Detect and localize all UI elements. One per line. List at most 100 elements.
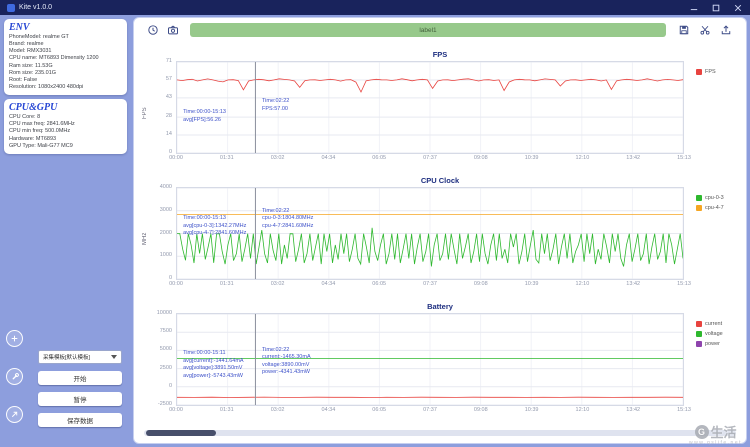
minimize-icon[interactable] <box>689 3 699 13</box>
x-tick-label: 12:10 <box>575 407 590 413</box>
x-tick-label: 09:08 <box>473 407 488 413</box>
battery-plot-area[interactable]: Time:00:00-15:11 avg[current]:-1441.64mA a… <box>176 313 684 406</box>
fps-chart: FPS FPS 0 14 28 43 57 71 Time:00:00-15:13 avg[… <box>140 49 740 165</box>
cpugpu-card-lines: CPU Core: 8 CPU max freq: 2841.6MHz CPU mi… <box>9 114 122 150</box>
x-tick-label: 04:34 <box>321 155 336 161</box>
x-tick-label: 03:02 <box>270 281 285 287</box>
add-button[interactable] <box>6 330 23 347</box>
env-info-line: Brand: realme <box>9 41 44 48</box>
y-tick-label: 4000 <box>159 184 172 190</box>
y-tick-label: 71 <box>165 58 172 64</box>
y-tick-label: 14 <box>165 131 172 138</box>
x-tick-label: 01:31 <box>219 155 234 161</box>
legend-item[interactable]: FPS <box>696 69 740 75</box>
x-tick-label: 15:13 <box>677 281 691 287</box>
cpu-clock-chart: CPU Clock MHz 0 1000 2000 3000 4000 Time:00:… <box>140 175 740 291</box>
x-tick-label: 13:42 <box>626 155 641 161</box>
scrollbar-handle[interactable] <box>146 430 216 436</box>
x-tick-label: 03:02 <box>270 155 285 161</box>
x-tick-label: 12:10 <box>575 155 590 161</box>
y-tick-label: 7500 <box>159 328 172 335</box>
battery-y-axis-label <box>140 313 150 417</box>
cpu-y-axis-label: MHz <box>142 232 148 246</box>
save-data-button[interactable]: 保存数据 <box>38 413 122 427</box>
template-select-value: 采集模板[默认模板] <box>43 355 91 361</box>
cpugpu-info-line: CPU Core: 8 <box>9 114 41 121</box>
x-tick-label: 01:31 <box>219 281 234 287</box>
y-tick-label: 1000 <box>159 252 172 259</box>
toolbar-right-group <box>677 24 732 37</box>
battery-x-axis-ticks: 00:00 01:31 03:02 04:34 06:05 07:37 09:08 10:39… <box>169 406 691 417</box>
env-card-lines: PhoneModel: realme GT Brand: realme Model:… <box>9 34 122 91</box>
legend-item[interactable]: cpu-4-7 <box>696 205 740 211</box>
x-tick-label: 09:08 <box>473 281 488 287</box>
x-tick-label: 00:00 <box>169 155 183 161</box>
titlebar: Kite v1.0.0 <box>0 0 750 15</box>
legend-item[interactable]: cpu-0-3 <box>696 195 740 201</box>
env-info-line: Model: RMX3031 <box>9 48 52 55</box>
chevron-down-icon <box>111 355 117 359</box>
env-info-line: CPU name: MT6893 Dimensity 1200 <box>9 55 99 62</box>
fps-plot-area[interactable]: Time:00:00-15:13 avg[FPS]:56.26 Time:02:22… <box>176 61 684 154</box>
y-tick-label: 43 <box>165 93 172 100</box>
cpugpu-info-line: Hardware: MT6893 <box>9 135 57 142</box>
x-tick-label: 06:05 <box>372 155 387 161</box>
y-tick-label: 2500 <box>159 364 172 371</box>
template-select[interactable]: 采集模板[默认模板] <box>38 350 122 364</box>
env-info-line: Resolution: 1080x2400 480dpi <box>9 83 84 90</box>
history-icon[interactable] <box>146 24 159 37</box>
battery-chart: Battery -2500 0 2500 5000 7500 10000 Time:00:… <box>140 301 740 417</box>
x-tick-label: 04:34 <box>321 407 336 413</box>
fps-legend: FPS <box>684 61 740 165</box>
share-button[interactable] <box>6 406 23 423</box>
scissors-icon[interactable] <box>698 24 711 37</box>
legend-item[interactable]: current <box>696 321 740 327</box>
x-tick-label: 09:08 <box>473 155 488 161</box>
legend-swatch <box>696 321 702 327</box>
save-icon[interactable] <box>677 24 690 37</box>
window-title: Kite v1.0.0 <box>19 4 53 11</box>
env-card: ENV PhoneModel: realme GT Brand: realme Mo… <box>4 19 127 96</box>
legend-swatch <box>696 195 702 201</box>
legend-item[interactable]: power <box>696 341 740 347</box>
horizontal-scrollbar[interactable] <box>144 430 736 436</box>
fps-chart-title: FPS <box>432 50 448 59</box>
env-info-line: Root: False <box>9 76 38 83</box>
battery-y-axis-ticks: -2500 0 2500 5000 7500 10000 <box>150 310 176 407</box>
maximize-icon[interactable] <box>711 3 721 13</box>
env-info-line: Rom size: 235.01G <box>9 69 57 76</box>
legend-label: FPS <box>705 69 716 75</box>
y-tick-label: 10000 <box>156 310 172 316</box>
settings-wrench-button[interactable] <box>6 368 23 385</box>
fps-x-axis-ticks: 00:00 01:31 03:02 04:34 06:05 07:37 09:08 10:39… <box>169 154 691 165</box>
x-tick-label: 10:39 <box>524 155 539 161</box>
x-tick-label: 10:39 <box>524 281 539 287</box>
x-tick-label: 13:42 <box>626 407 641 413</box>
cpugpu-info-line: CPU max freq: 2841.6MHz <box>9 121 75 128</box>
cpu-plot-area[interactable]: Time:00:00-15:13 avg[cpu-0-3]:1342.27MHz a… <box>176 187 684 280</box>
env-card-title: ENV <box>9 22 30 33</box>
label-input[interactable]: label1 <box>190 23 666 37</box>
x-tick-label: 00:00 <box>169 281 183 287</box>
y-tick-label: 3000 <box>159 206 172 213</box>
x-tick-label: 03:02 <box>270 407 285 413</box>
cpugpu-card-title: CPU&GPU <box>9 102 58 114</box>
legend-item[interactable]: voltage <box>696 331 740 337</box>
y-tick-label: 5000 <box>159 346 172 353</box>
sidebar: ENV PhoneModel: realme GT Brand: realme Mo… <box>0 15 131 447</box>
camera-icon[interactable] <box>166 24 179 37</box>
export-icon[interactable] <box>719 24 732 37</box>
charts-area: FPS FPS 0 14 28 43 57 71 Time:00:00-15:13 avg[… <box>134 39 746 427</box>
x-tick-label: 04:34 <box>321 281 336 287</box>
legend-label: power <box>705 341 720 347</box>
start-button[interactable]: 开始 <box>38 371 122 385</box>
close-icon[interactable] <box>733 3 743 13</box>
x-tick-label: 07:37 <box>423 155 437 161</box>
x-tick-label: 07:37 <box>423 281 437 287</box>
legend-swatch <box>696 341 702 347</box>
pause-button[interactable]: 暂停 <box>38 392 122 406</box>
cpugpu-card: CPU&GPU CPU Core: 8 CPU max freq: 2841.6M… <box>4 99 127 154</box>
fps-y-axis-ticks: 0 14 28 43 57 71 <box>150 58 176 155</box>
legend-label: voltage <box>705 331 723 337</box>
cpu-legend: cpu-0-3 cpu-4-7 <box>684 187 740 291</box>
